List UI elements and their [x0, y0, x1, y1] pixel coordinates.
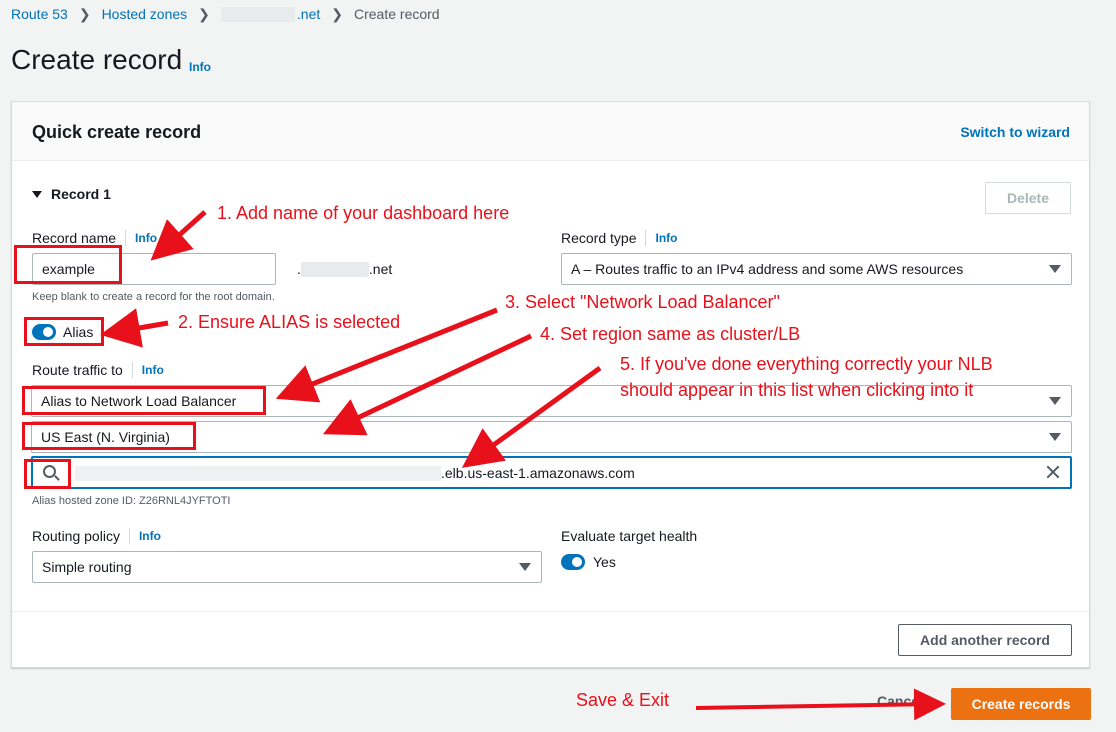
add-another-record-button[interactable]: Add another record [898, 624, 1072, 656]
target-health-toggle[interactable] [561, 554, 585, 570]
redacted-lb-name [75, 466, 441, 481]
routing-policy-info-link[interactable]: Info [139, 529, 161, 543]
create-records-button[interactable]: Create records [951, 688, 1091, 720]
page-title: Create record [11, 44, 183, 75]
chevron-right-icon: ❯ [78, 5, 91, 22]
annotation-note-5b: should appear in this list when clicking… [620, 380, 974, 400]
route-traffic-label: Route traffic to Info [32, 362, 164, 378]
delete-button[interactable]: Delete [985, 182, 1071, 214]
route-traffic-info-link[interactable]: Info [142, 363, 164, 377]
record-type-label: Record type Info [561, 230, 677, 246]
annotation-note-3: 3. Select "Network Load Balancer" [505, 292, 780, 312]
record-type-value: A – Routes traffic to an IPv4 address an… [571, 261, 964, 277]
annotation-box-record-name [14, 245, 122, 284]
page-info-link[interactable]: Info [189, 60, 211, 74]
suffix-text: .net [368, 261, 393, 277]
record-type-text: Record type [561, 230, 637, 246]
annotation-note-5a: 5. If you've done everything correctly y… [620, 354, 993, 374]
annotation-note-4: 4. Set region same as cluster/LB [540, 324, 801, 344]
caret-down-icon [1049, 433, 1061, 441]
breadcrumb-zone[interactable]: .net [297, 6, 320, 22]
info-separator [125, 230, 127, 246]
record-type-select[interactable]: A – Routes traffic to an IPv4 address an… [561, 253, 1072, 285]
routing-policy-select[interactable]: Simple routing [32, 551, 542, 583]
annotation-note-2: 2. Ensure ALIAS is selected [178, 312, 401, 332]
panel-title: Quick create record [32, 122, 202, 142]
info-separator [128, 528, 130, 544]
load-balancer-search-input[interactable]: .elb.us-east-1.amazonaws.com [31, 456, 1072, 489]
chevron-right-icon: ❯ [198, 5, 210, 22]
record-header: Record 1 [51, 186, 111, 202]
breadcrumb-current: Create record [354, 6, 440, 22]
caret-down-icon [1049, 397, 1061, 405]
breadcrumb-hosted-zones[interactable]: Hosted zones [102, 6, 188, 22]
redacted-domain [220, 6, 295, 22]
routing-policy-value: Simple routing [42, 559, 132, 575]
record-name-info-link[interactable]: Info [135, 231, 157, 245]
chevron-right-icon: ❯ [331, 5, 343, 22]
record-1-expander[interactable]: Record 1 [32, 186, 111, 202]
record-name-text: Record name [32, 230, 117, 246]
caret-down-icon [1049, 265, 1061, 273]
breadcrumb-route53[interactable]: Route 53 [11, 6, 68, 22]
domain-suffix: . .net [297, 261, 392, 277]
info-separator [131, 362, 133, 378]
annotation-box-endpoint [22, 386, 266, 415]
target-health-label: Evaluate target health [561, 528, 698, 544]
panel-divider [12, 611, 1089, 612]
routing-policy-label: Routing policy Info [32, 528, 161, 544]
annotation-box-alias [24, 317, 104, 346]
redacted-domain [300, 261, 369, 277]
panel-header: Quick create record Switch to wizard [12, 102, 1089, 161]
record-type-info-link[interactable]: Info [655, 231, 677, 245]
record-name-label: Record name Info [32, 230, 157, 246]
annotation-box-region [22, 422, 196, 450]
lb-search-value: .elb.us-east-1.amazonaws.com [441, 465, 635, 481]
caret-down-icon [32, 190, 42, 198]
close-icon[interactable] [1044, 463, 1062, 481]
routing-policy-text: Routing policy [32, 528, 120, 544]
target-health-value: Yes [593, 554, 616, 570]
annotation-note-1: 1. Add name of your dashboard here [217, 203, 510, 223]
caret-down-icon [519, 563, 531, 571]
info-separator [645, 230, 647, 246]
switch-to-wizard-link[interactable]: Switch to wizard [960, 124, 1070, 140]
annotation-note-save: Save & Exit [576, 690, 670, 710]
cancel-link[interactable]: Cancel [877, 693, 923, 709]
record-name-hint: Keep blank to create a record for the ro… [32, 291, 275, 303]
breadcrumb: Route 53 ❯ Hosted zones ❯ .net ❯ Create … [11, 5, 440, 23]
route-traffic-text: Route traffic to [32, 362, 123, 378]
alias-zone-hint: Alias hosted zone ID: Z26RNL4JYFTOTI [32, 495, 231, 507]
annotation-box-search [24, 459, 71, 489]
